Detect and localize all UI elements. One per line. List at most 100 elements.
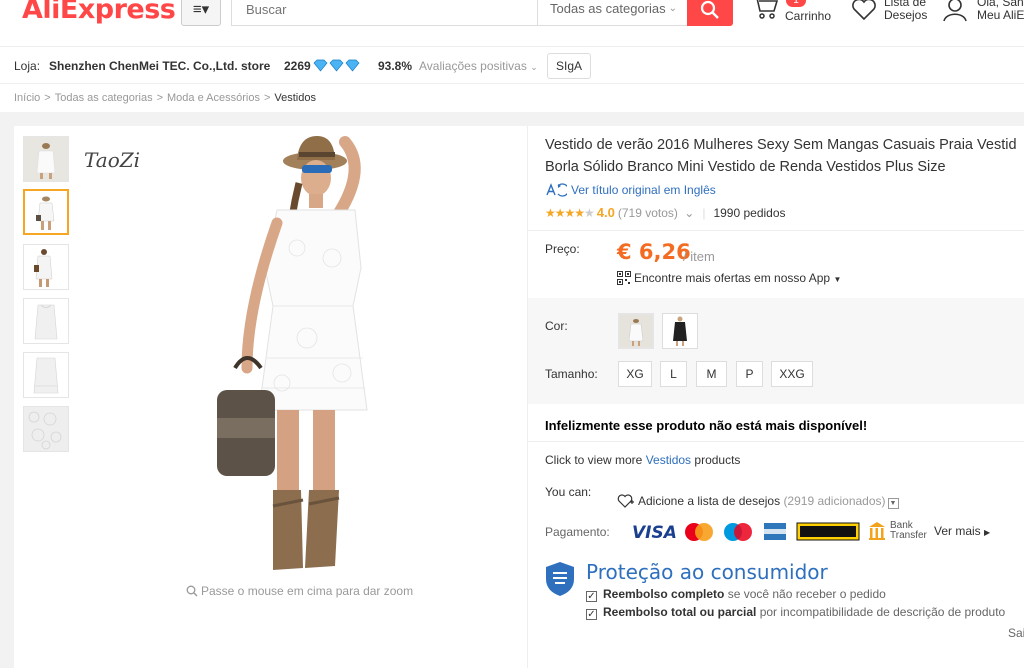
size-option-xg[interactable]: XG [618,361,652,387]
store-feedback-dropdown[interactable]: Avaliações positivas ⌄ [419,59,538,73]
chevron-down-icon: ⌄ [530,62,538,72]
gallery-thumbnail-5[interactable] [23,352,69,398]
store-label: Loja: [14,59,41,73]
breadcrumb-separator: > [156,92,164,104]
product-title-line2: Borla Sólido Branco Mini Vestido de Rend… [545,159,946,175]
divider [528,230,1024,231]
rating-value: 4.0 [596,205,615,220]
gallery-thumbnail-6[interactable] [23,406,69,452]
follow-store-button[interactable]: SIgA [547,53,591,79]
wishlist-count: (2919 adicionados) [783,494,886,508]
bank-transfer-icon [869,522,885,540]
gallery-thumbnail-3[interactable] [23,244,69,290]
breadcrumb-home[interactable]: Início [14,92,40,104]
size-option-p[interactable]: P [736,361,763,387]
store-positive-pct: 93.8% [378,59,413,73]
you-can-label: You can: [545,485,592,499]
amex-logo-icon [764,523,786,540]
color-swatch-black[interactable] [662,313,698,349]
divider: | [702,206,706,220]
cart-count-badge: 1 [786,0,806,7]
wishlist-link[interactable]: Lista de Desejos [851,0,931,30]
search-icon [700,0,719,19]
caret-right-icon: ▶ [984,528,991,537]
votes-link[interactable]: (719 votos) [618,206,678,220]
cart-label: Carrinho [785,9,832,23]
mastercard-logo-icon [685,523,713,541]
western-union-logo-icon [796,522,860,541]
search-button[interactable] [687,0,733,26]
breadcrumb: Início > Todas as categorias > Moda e Acessó… [14,92,316,104]
product-photo [217,136,368,570]
wishlist-action-text: Adicione a lista de desejos [638,494,781,508]
caret-down-icon: ▼ [833,275,842,284]
store-name-link[interactable]: Shenzhen ChenMei TEC. Co.,Ltd. store [49,59,270,73]
size-option-l[interactable]: L [660,361,687,387]
protection-more-link[interactable]: Sai [1008,626,1024,640]
protection-item-partial-refund: ✓ Reembolso total ou parcial por incompat… [586,605,1005,620]
category-menu-button[interactable]: ≡▾ [181,0,221,26]
wishlist-label: Lista de Desejos [884,0,927,22]
protection-title: Proteção ao consumidor [586,560,828,584]
checkbox-checked-icon: ✓ [586,609,597,620]
price-value: € 6,26 [617,240,691,264]
chevron-down-icon[interactable]: ▼ [887,498,899,509]
main-product-image[interactable] [77,128,523,576]
gallery-thumbnail-2[interactable] [23,189,69,235]
breadcrumb-fashion[interactable]: Moda e Acessórios [167,92,260,104]
more-products-text: Click to view more Vestidos products [545,453,740,467]
more-products-prefix: Click to view more [545,453,646,467]
size-option-xxg[interactable]: XXG [771,361,813,387]
heart-icon [852,0,876,21]
color-label: Cor: [545,319,568,333]
bank-transfer-line2: Transfer [890,530,927,541]
account-link[interactable]: Olá, Sand Meu AliE [942,0,1024,30]
orders-count: 1990 pedidos [713,206,786,220]
chevron-down-icon: ⌄ [668,3,677,14]
unavailable-notice: Infelizmente esse produto não está mais … [545,418,868,433]
protection-item-full-refund: ✓ Reembolso completo se você não receber … [586,587,886,602]
translate-icon [546,183,570,197]
breadcrumb-current[interactable]: Vestidos [274,92,316,104]
app-offer-dropdown[interactable]: Encontre mais ofertas em nosso App ▼ [617,271,841,285]
star-rating-icon: ★★★★★ [545,206,595,220]
breadcrumb-separator: > [263,92,271,104]
diamond-rating-icon [313,59,361,75]
payment-methods: VISA [632,522,885,543]
account-my-ali: Meu AliE [977,8,1024,22]
zoom-hint-text: Passe o mouse em cima para dar zoom [201,584,414,598]
zoom-hint: Passe o mouse em cima para dar zoom [186,584,413,598]
wishlist-label-line2: Desejos [884,8,928,22]
more-products-link[interactable]: Vestidos [646,453,691,467]
product-title: Vestido de verão 2016 Mulheres Sexy Sem … [545,134,1024,178]
heart-plus-icon [617,494,634,508]
color-swatch-white[interactable] [618,313,654,349]
store-bar: Loja: Shenzhen ChenMei TEC. Co.,Ltd. sto… [0,46,1024,84]
payment-more-text: Ver mais [934,524,981,538]
store-feedback-label: Avaliações positivas [419,59,527,73]
breadcrumb-separator: > [44,92,51,104]
app-offer-text: Encontre mais ofertas em nosso App [634,271,831,285]
price-unit: / item [683,249,715,264]
search-category-select[interactable]: Todas as categorias ⌄ [537,0,687,25]
header: AliExpress ≡▾ Todas as categorias ⌄ 1 Ca… [0,0,1024,44]
price-label: Preço: [545,242,580,256]
add-to-wishlist-button[interactable]: Adicione a lista de desejos (2919 adicio… [617,493,899,509]
user-icon [943,0,967,22]
visa-logo-icon: VISA [632,523,677,543]
size-option-m[interactable]: M [696,361,727,387]
product-title-line1: Vestido de verão 2016 Mulheres Sexy Sem … [545,137,1017,153]
divider [528,441,1024,442]
payment-more-link[interactable]: Ver mais ▶ [934,524,990,538]
breadcrumb-all-categories[interactable]: Todas as categorias [55,92,153,104]
aliexpress-logo[interactable]: AliExpress [22,0,176,25]
cart-link[interactable]: 1 Carrinho [752,0,842,30]
translate-title-text: Ver título original em Inglês [571,183,716,197]
translate-title-link[interactable]: Ver título original em Inglês [545,183,716,197]
gallery-thumbnail-1[interactable] [23,136,69,182]
shield-icon [546,562,574,596]
search-icon [186,585,198,597]
gallery-thumbnail-4[interactable] [23,298,69,344]
protection-item2-bold: Reembolso total ou parcial [603,605,757,619]
search-input[interactable] [232,0,532,25]
